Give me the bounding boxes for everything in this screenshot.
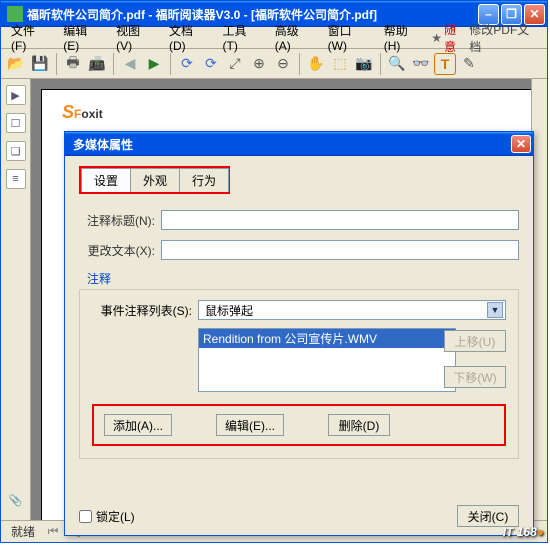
zoom-out-icon[interactable]: ⊖: [272, 53, 294, 75]
save-icon[interactable]: 💾: [29, 53, 51, 75]
menu-help[interactable]: 帮助(H): [378, 20, 430, 55]
page-first-icon[interactable]: ⏮: [45, 524, 61, 540]
reorder-buttons: 上移(U) 下移(W): [444, 330, 506, 388]
annotation-title-row: 注释标题(N):: [79, 210, 519, 230]
annotate-icon[interactable]: ✎: [458, 53, 480, 75]
sidebar-layers-icon[interactable]: ❏: [6, 141, 26, 161]
events-select[interactable]: 鼠标弹起 ▼: [198, 300, 506, 320]
fit-icon[interactable]: ⤢: [224, 53, 246, 75]
toolbar: 📂 💾 🖶 📠 ◀ ▶ ⟳ ⟳ ⤢ ⊕ ⊖ ✋ ⬚ 📷 🔍 👓 T ✎: [1, 49, 547, 79]
move-up-button[interactable]: 上移(U): [444, 330, 506, 352]
text-tool-icon[interactable]: T: [434, 53, 456, 75]
alt-text-row: 更改文本(X):: [79, 240, 519, 260]
hand-tool-icon[interactable]: ✋: [305, 53, 327, 75]
select-tool-icon[interactable]: ⬚: [329, 53, 351, 75]
menu-window[interactable]: 窗口(W): [322, 20, 376, 55]
lock-checkbox-label: 锁定(L): [96, 508, 135, 525]
events-row: 事件注释列表(S): 鼠标弹起 ▼: [92, 300, 506, 320]
group-label: 注释: [87, 270, 519, 287]
sidebar: ▶ ☐ ❏ ≡ 📎: [1, 79, 31, 520]
annotation-title-label: 注释标题(N):: [79, 212, 155, 229]
forward-icon[interactable]: ▶: [143, 53, 165, 75]
multimedia-properties-dialog: 多媒体属性 ✕ 设置 外观 行为 注释标题(N): 更改文本(X): 注释 事件…: [64, 131, 534, 536]
sidebar-comments-icon[interactable]: ≡: [6, 169, 26, 189]
dialog-titlebar: 多媒体属性 ✕: [65, 132, 533, 156]
tab-behavior[interactable]: 行为: [179, 168, 229, 192]
dialog-body: 设置 外观 行为 注释标题(N): 更改文本(X): 注释 事件注释列表(S):…: [65, 156, 533, 535]
tabs-highlight: 设置 外观 行为: [79, 166, 230, 194]
status-ready: 就绪: [7, 523, 39, 540]
open-icon[interactable]: 📂: [5, 53, 27, 75]
annotation-title-input[interactable]: [161, 210, 519, 230]
menu-document[interactable]: 文档(D): [163, 20, 215, 55]
action-buttons-highlight: 添加(A)... 编辑(E)... 删除(D): [92, 404, 506, 446]
alt-text-label: 更改文本(X):: [79, 242, 155, 259]
close-dialog-button[interactable]: 关闭(C): [457, 505, 519, 527]
separator: [56, 53, 57, 75]
menu-edit[interactable]: 编辑(E): [57, 20, 108, 55]
separator: [380, 53, 381, 75]
zoom-in-icon[interactable]: ⊕: [248, 53, 270, 75]
lock-checkbox-input[interactable]: [79, 510, 92, 523]
separator: [299, 53, 300, 75]
find-icon[interactable]: 🔍: [386, 53, 408, 75]
move-down-button[interactable]: 下移(W): [444, 366, 506, 388]
annotation-group: 事件注释列表(S): 鼠标弹起 ▼ Rendition from 公司宣传片.W…: [79, 289, 519, 459]
add-button[interactable]: 添加(A)...: [104, 414, 172, 436]
rendition-listbox[interactable]: Rendition from 公司宣传片.WMV: [198, 328, 456, 392]
star-icon: ★: [431, 31, 442, 45]
sidebar-attachment-icon[interactable]: 📎: [6, 490, 26, 510]
list-item[interactable]: Rendition from 公司宣传片.WMV: [199, 329, 455, 348]
menu-view[interactable]: 视图(V): [110, 20, 161, 55]
menu-file[interactable]: 文件(F): [5, 20, 55, 55]
dialog-close-button[interactable]: ✕: [511, 135, 531, 153]
promo-prefix: 随意: [444, 21, 467, 55]
events-select-value: 鼠标弹起: [205, 302, 253, 319]
dialog-footer: 锁定(L) 关闭(C): [79, 505, 519, 527]
promo-text: 修改PDF文档: [469, 21, 539, 55]
menubar: 文件(F) 编辑(E) 视图(V) 文档(D) 工具(T) 高级(A) 窗口(W…: [1, 27, 547, 49]
print-icon[interactable]: 🖶: [62, 53, 84, 75]
snapshot-icon[interactable]: 📷: [353, 53, 375, 75]
sidebar-pages-icon[interactable]: ☐: [6, 113, 26, 133]
binoculars-icon[interactable]: 👓: [410, 53, 432, 75]
tab-appearance[interactable]: 外观: [130, 168, 180, 192]
dialog-title: 多媒体属性: [73, 136, 511, 153]
scan-icon[interactable]: 📠: [86, 53, 108, 75]
rotate-ccw-icon[interactable]: ⟳: [176, 53, 198, 75]
menu-advanced[interactable]: 高级(A): [269, 20, 320, 55]
app-window: 福昕软件公司简介.pdf - 福昕阅读器V3.0 - [福昕软件公司简介.pdf…: [0, 0, 548, 543]
separator: [170, 53, 171, 75]
rotate-cw-icon[interactable]: ⟳: [200, 53, 222, 75]
foxit-logo: SFoxit: [62, 98, 516, 124]
promo-link[interactable]: ★ 随意 修改PDF文档: [431, 21, 543, 55]
separator: [113, 53, 114, 75]
back-icon[interactable]: ◀: [119, 53, 141, 75]
chevron-down-icon: ▼: [487, 302, 503, 318]
delete-button[interactable]: 删除(D): [328, 414, 390, 436]
sidebar-bookmarks-icon[interactable]: ▶: [6, 85, 26, 105]
events-label: 事件注释列表(S):: [92, 302, 192, 319]
tab-settings[interactable]: 设置: [81, 168, 131, 192]
edit-button[interactable]: 编辑(E)...: [216, 414, 284, 436]
alt-text-input[interactable]: [161, 240, 519, 260]
menu-tool[interactable]: 工具(T): [217, 20, 267, 55]
lock-checkbox[interactable]: 锁定(L): [79, 508, 135, 525]
